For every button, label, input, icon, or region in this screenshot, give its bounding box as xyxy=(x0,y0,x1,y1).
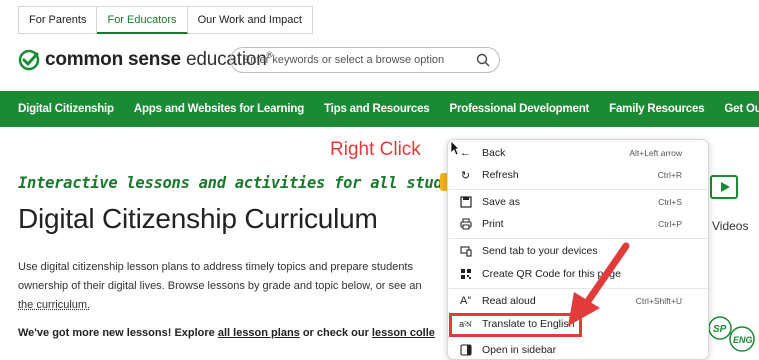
tab-our-work[interactable]: Our Work and Impact xyxy=(187,6,313,34)
main-nav: Digital Citizenship Apps and Websites fo… xyxy=(0,91,759,127)
nav-get-our-news[interactable]: Get Our News xyxy=(724,103,759,115)
search-icon[interactable] xyxy=(475,52,491,68)
page-title: Digital Citizenship Curriculum xyxy=(18,203,378,234)
menu-item-back[interactable]: ← Back Alt+Left arrow xyxy=(448,142,708,164)
spanish-english-icon[interactable]: SP ENG xyxy=(708,313,759,353)
hero-description: Use digital citizenship lesson plans to … xyxy=(18,258,448,315)
nav-professional-development[interactable]: Professional Development xyxy=(450,103,590,115)
nav-family-resources[interactable]: Family Resources xyxy=(609,103,704,115)
video-play-icon[interactable] xyxy=(710,175,738,199)
videos-label[interactable]: Videos xyxy=(712,219,748,233)
nav-apps-websites[interactable]: Apps and Websites for Learning xyxy=(134,103,304,115)
mouse-cursor-icon xyxy=(450,140,460,156)
sidebar-icon xyxy=(459,344,472,357)
search-input[interactable] xyxy=(231,54,461,66)
menu-separator xyxy=(449,189,708,190)
menu-item-print[interactable]: Print Ctrl+P xyxy=(448,213,708,235)
qr-code-icon xyxy=(459,268,472,281)
print-icon xyxy=(459,218,472,231)
svg-text:SP: SP xyxy=(713,324,727,335)
checkmark-circle-icon xyxy=(18,49,40,71)
audience-tabs: For Parents For Educators Our Work and I… xyxy=(18,6,313,34)
menu-item-refresh[interactable]: ↻ Refresh Ctrl+R xyxy=(448,164,708,186)
nav-tips-resources[interactable]: Tips and Resources xyxy=(324,103,430,115)
tab-for-educators[interactable]: For Educators xyxy=(97,6,188,34)
annotation-arrow-icon xyxy=(568,242,630,326)
send-devices-icon xyxy=(459,245,472,258)
refresh-icon: ↻ xyxy=(460,169,471,182)
tab-for-parents[interactable]: For Parents xyxy=(18,6,98,34)
new-lessons-text: We've got more new lessons! Explore all … xyxy=(18,327,435,339)
lesson-collections-link[interactable]: lesson colle xyxy=(372,327,435,339)
menu-item-open-sidebar[interactable]: Open in sidebar xyxy=(448,339,708,359)
curriculum-link[interactable]: the curriculum. xyxy=(18,296,448,315)
all-lesson-plans-link[interactable]: all lesson plans xyxy=(218,327,300,339)
search-bar xyxy=(230,47,500,73)
menu-item-save-as[interactable]: Save as Ctrl+S xyxy=(448,191,708,213)
svg-text:ENG: ENG xyxy=(733,335,753,345)
nav-digital-citizenship[interactable]: Digital Citizenship xyxy=(18,103,114,115)
hero-tagline: Interactive lessons and activities for a… xyxy=(18,174,488,192)
read-aloud-icon: A” xyxy=(460,295,471,307)
back-arrow-icon: ← xyxy=(460,147,471,159)
save-icon xyxy=(459,196,472,209)
right-click-annotation: Right Click xyxy=(330,139,421,160)
menu-separator xyxy=(449,238,708,239)
